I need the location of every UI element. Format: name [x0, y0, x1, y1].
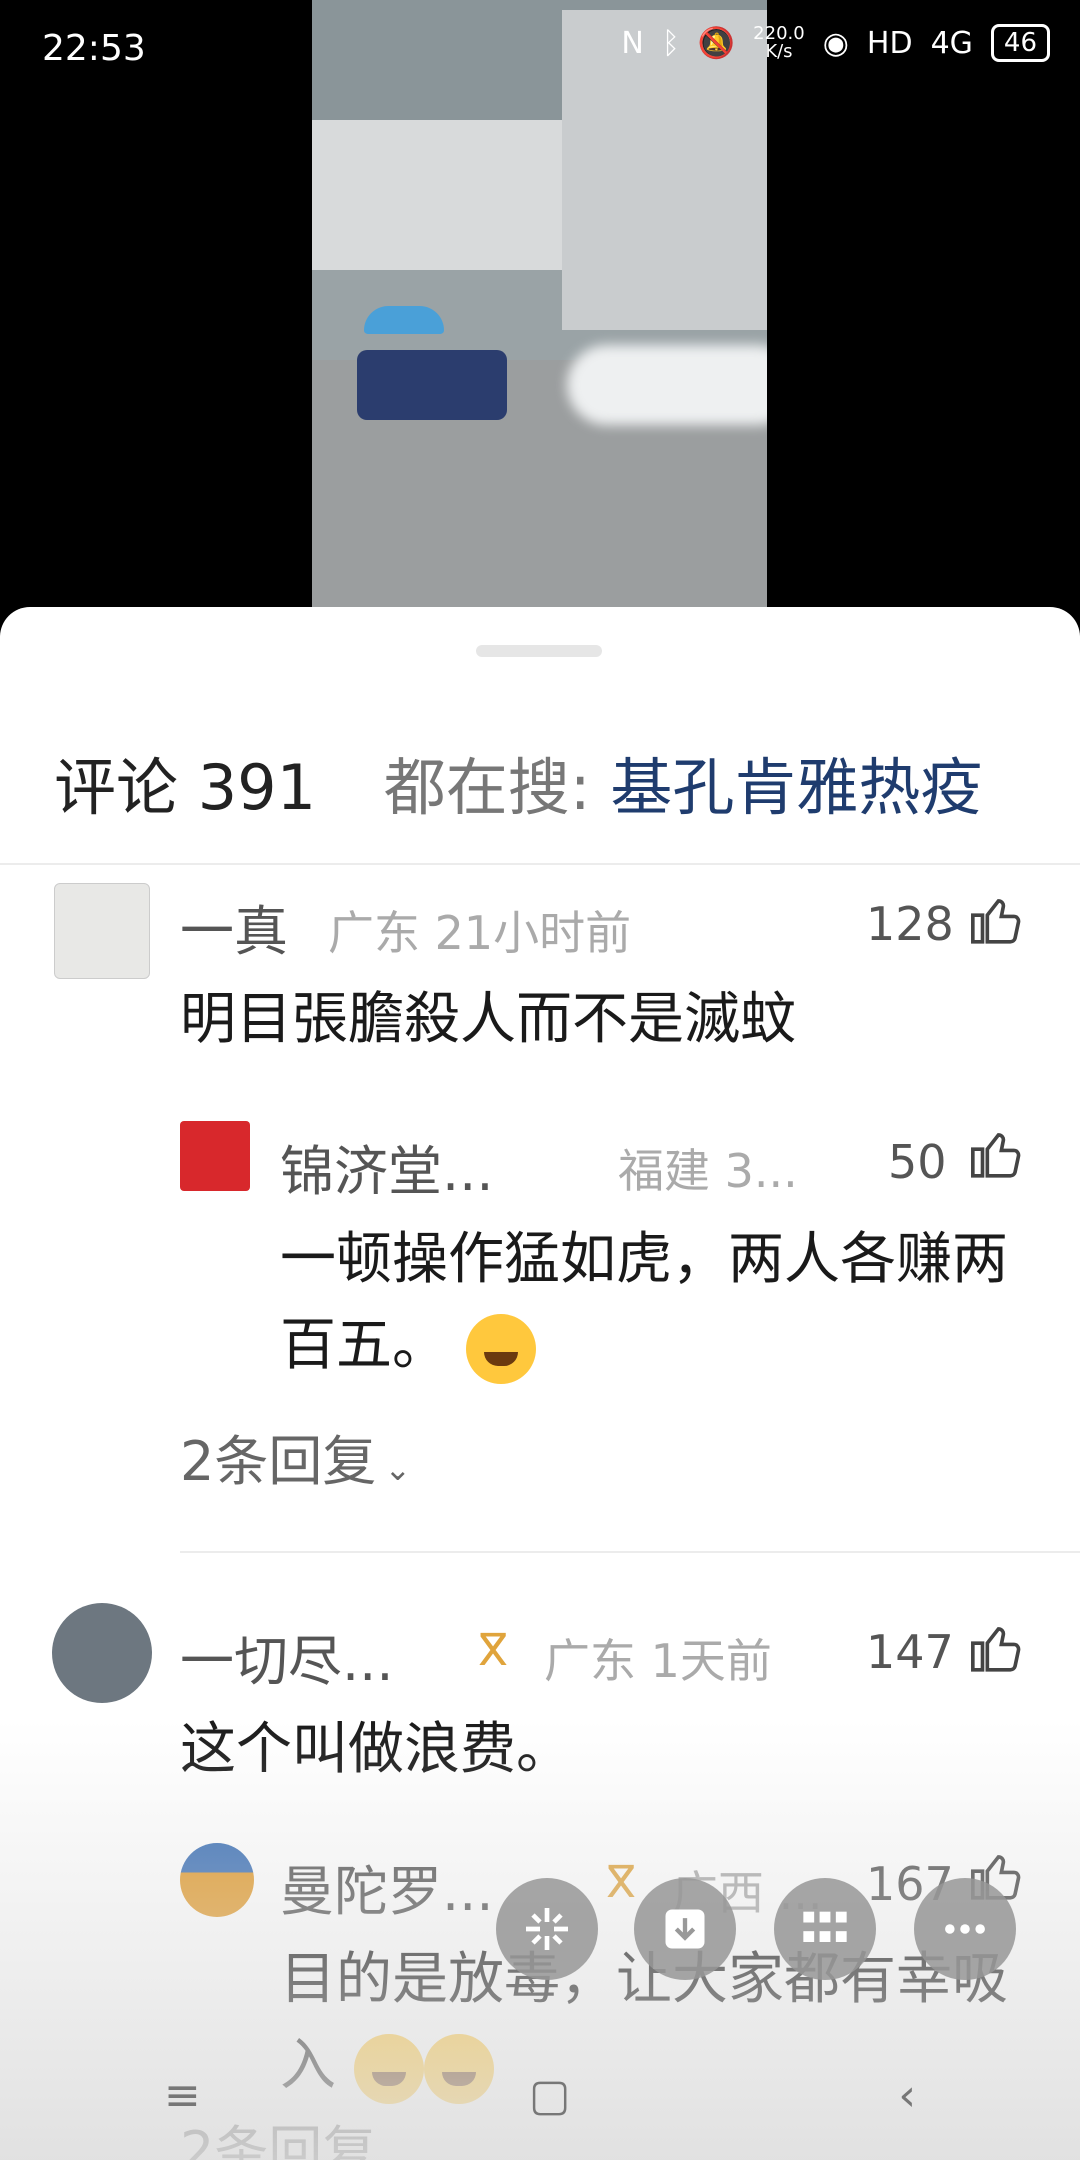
- comments-count-title: 评论 391: [54, 751, 317, 824]
- wifi-icon: ◉: [822, 25, 849, 61]
- comment-text: 明目張膽殺人而不是滅蚊: [180, 987, 796, 1052]
- more-icon: [945, 1924, 985, 1934]
- header-divider: [0, 863, 1080, 865]
- more-button[interactable]: [914, 1878, 1016, 1980]
- comment-divider: [180, 1551, 1080, 1553]
- system-nav-bar: ≡ ▢ ‹: [0, 2030, 1080, 2160]
- bluetooth-icon: ᛒ: [661, 25, 680, 61]
- reply-username[interactable]: 锦济堂...: [280, 1127, 494, 1206]
- battery-indicator: 46: [990, 24, 1050, 62]
- apps-button[interactable]: [774, 1878, 876, 1980]
- comment-text: 这个叫做浪费。: [180, 1717, 572, 1782]
- chevron-down-icon: ⌄: [384, 1450, 412, 1488]
- hot-search-topic[interactable]: 基孔肯雅热疫: [610, 751, 982, 824]
- video-smoke: [567, 345, 767, 425]
- reply-text: 一顿操作猛如虎，两人各赚两百五。: [280, 1217, 1040, 1389]
- comments-header: 评论 391 都在搜: 基孔肯雅热疫: [54, 737, 982, 827]
- video-umbrella: [364, 306, 444, 334]
- back-nav-icon[interactable]: ‹: [898, 2070, 916, 2121]
- comment-location-time: 广东 1天前: [544, 1634, 772, 1688]
- signal-indicator: 4G: [930, 25, 973, 61]
- avatar[interactable]: [180, 1121, 250, 1191]
- avatar[interactable]: [52, 1603, 152, 1703]
- status-icons: N ᛒ 🔕 220.0 K/s ◉ HD 4G 46: [621, 24, 1050, 62]
- sheet-drag-handle[interactable]: [476, 645, 602, 657]
- status-time: 22:53: [42, 28, 146, 69]
- video-building-left: [312, 120, 572, 270]
- vip-badge-icon: ⴳ: [606, 1857, 637, 1908]
- grid-icon: [803, 1911, 847, 1942]
- laughing-emoji-icon: [465, 1313, 536, 1384]
- network-speed: 220.0 K/s: [753, 23, 805, 62]
- vip-badge-icon: ⴳ: [478, 1625, 509, 1676]
- download-button[interactable]: [634, 1878, 736, 1980]
- sparkle-button[interactable]: [496, 1878, 598, 1980]
- hot-search-label: 都在搜:: [383, 751, 591, 824]
- home-nav-icon[interactable]: ▢: [529, 2070, 571, 2121]
- menu-nav-icon[interactable]: ≡: [164, 2070, 201, 2121]
- sparkle-icon: [526, 1908, 568, 1950]
- comment-like-count: 147: [866, 1625, 954, 1679]
- status-bar: 22:53 N ᛒ 🔕 220.0 K/s ◉ HD 4G 46: [0, 0, 1080, 100]
- download-icon: [665, 1909, 705, 1949]
- avatar[interactable]: [54, 883, 150, 979]
- comment-location-time: 广东 21小时前: [328, 906, 632, 960]
- mute-icon: 🔕: [697, 25, 736, 61]
- thumbs-up-icon[interactable]: [968, 1125, 1026, 1183]
- reply-location-time: 福建 3...: [618, 1144, 798, 1198]
- comment-username[interactable]: 一真: [180, 887, 288, 966]
- comment-username[interactable]: 一切尽...: [180, 1617, 394, 1696]
- reply-like-count: 50: [888, 1135, 947, 1189]
- nfc-icon: N: [621, 25, 644, 61]
- avatar[interactable]: [180, 1843, 254, 1917]
- more-replies-link[interactable]: 2条回复 ⌄: [180, 1417, 411, 1496]
- comment-like-count: 128: [866, 897, 954, 951]
- video-tricycle: [357, 350, 507, 420]
- reply-username[interactable]: 曼陀罗...: [280, 1847, 494, 1926]
- hd-indicator: HD: [866, 25, 913, 61]
- thumbs-up-icon[interactable]: [968, 1619, 1026, 1677]
- thumbs-up-icon[interactable]: [968, 891, 1026, 949]
